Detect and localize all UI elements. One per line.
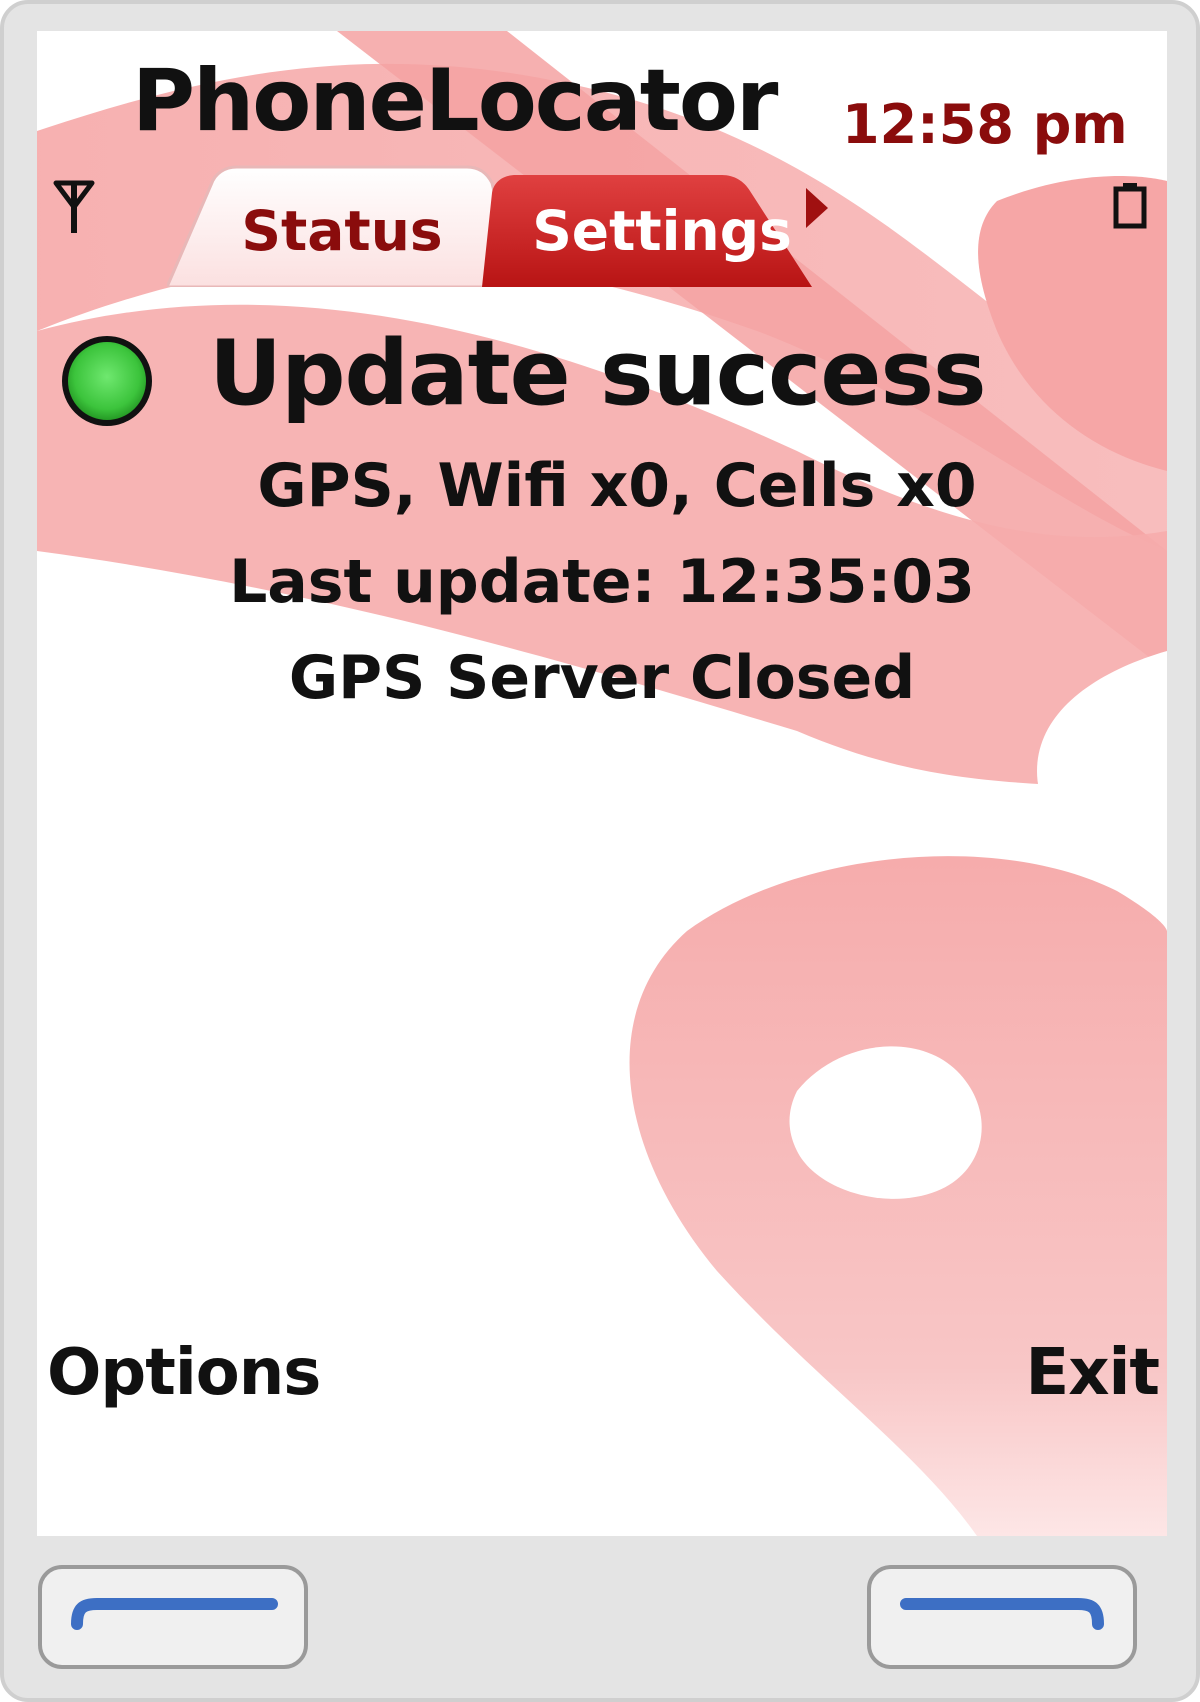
- phone-screen: PhoneLocator 12:58 pm Status Settings Up…: [37, 31, 1167, 1536]
- status-title: Update success: [209, 321, 987, 426]
- tab-status[interactable]: Status: [167, 163, 517, 287]
- status-sources: GPS, Wifi x0, Cells x0: [257, 451, 977, 521]
- tab-status-label: Status: [241, 199, 443, 263]
- arrow-right-icon[interactable]: [802, 184, 832, 232]
- signal-antenna-icon: [53, 180, 95, 233]
- tab-settings-label: Settings: [532, 199, 792, 263]
- battery-icon: [1113, 183, 1147, 229]
- clock-time: 12:58 pm: [842, 93, 1128, 156]
- status-last-update: Last update: 12:35:03: [229, 547, 975, 617]
- app-title: PhoneLocator: [132, 51, 778, 151]
- options-softkey[interactable]: Options: [47, 1336, 321, 1410]
- exit-softkey[interactable]: Exit: [1025, 1336, 1160, 1410]
- status-gps-server: GPS Server Closed: [288, 643, 916, 713]
- left-softkey-button[interactable]: [37, 1564, 309, 1672]
- tab-settings[interactable]: Settings: [482, 169, 832, 287]
- right-softkey-button[interactable]: [866, 1564, 1138, 1672]
- phone-device: PhoneLocator 12:58 pm Status Settings Up…: [0, 0, 1200, 1702]
- status-indicator-icon: [62, 336, 152, 426]
